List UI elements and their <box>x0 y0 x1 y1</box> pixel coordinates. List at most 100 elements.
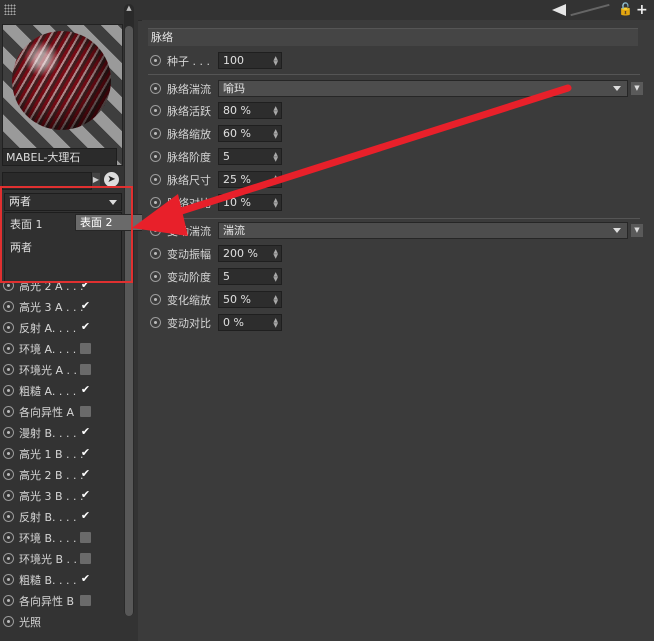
channel-item[interactable]: 高光 2 B . . . ✔ <box>0 465 124 486</box>
keyframe-radio[interactable] <box>150 294 161 305</box>
channel-checkbox[interactable] <box>80 595 91 606</box>
channel-checkbox[interactable]: ✔ <box>80 489 91 501</box>
channel-item[interactable]: 粗糙 B. . . . ✔ <box>0 570 124 591</box>
channel-checkbox[interactable]: ✔ <box>80 426 91 438</box>
keyframe-radio[interactable] <box>3 553 14 564</box>
vein-noise-select[interactable]: 喻玛 <box>218 80 628 97</box>
channel-checkbox[interactable]: ✔ <box>80 510 91 522</box>
chevron-down-icon <box>109 200 117 205</box>
keyframe-radio[interactable] <box>150 83 161 94</box>
menu-item-both[interactable]: 两者 <box>5 236 121 259</box>
keyframe-radio[interactable] <box>150 151 161 162</box>
channel-checkbox[interactable] <box>80 532 91 543</box>
keyframe-radio[interactable] <box>150 317 161 328</box>
divider <box>148 74 640 75</box>
lock-icon[interactable]: 🔓 <box>618 2 633 17</box>
channel-checkbox[interactable]: ✔ <box>80 573 91 585</box>
keyframe-radio[interactable] <box>3 343 14 354</box>
keyframe-radio[interactable] <box>3 574 14 585</box>
keyframe-radio[interactable] <box>3 532 14 543</box>
keyframe-radio[interactable] <box>3 490 14 501</box>
keyframe-radio[interactable] <box>3 511 14 522</box>
channel-label: 高光 2 B . . . <box>19 469 84 482</box>
keyframe-radio[interactable] <box>3 469 14 480</box>
drag-grip-icon[interactable] <box>4 4 16 15</box>
channel-item[interactable]: 环境光 A . . <box>0 360 124 381</box>
keyframe-radio[interactable] <box>150 271 161 282</box>
param-input[interactable]: 200 % ▲ ▼ <box>218 245 282 262</box>
expand-arrow-icon[interactable]: ▼ <box>631 82 643 95</box>
new-panel-icon[interactable]: + <box>636 2 648 18</box>
channel-checkbox[interactable]: ✔ <box>80 447 91 459</box>
param-input[interactable]: 80 % ▲ ▼ <box>218 102 282 119</box>
material-preview[interactable] <box>2 24 123 166</box>
param-input[interactable]: 50 % ▲ ▼ <box>218 291 282 308</box>
channel-checkbox[interactable] <box>80 406 91 417</box>
picker-icon[interactable]: ➤ <box>104 172 119 187</box>
keyframe-radio[interactable] <box>3 406 14 417</box>
param-row: 脉络阶度 5 ▲ ▼ <box>148 147 648 167</box>
surface-select-value: 两者 <box>9 195 31 208</box>
keyframe-radio[interactable] <box>150 55 161 66</box>
channel-item[interactable]: 各向异性 A <box>0 402 124 423</box>
param-label: 变化缩放 <box>167 294 211 307</box>
keyframe-radio[interactable] <box>3 385 14 396</box>
keyframe-radio[interactable] <box>150 197 161 208</box>
channel-item[interactable]: 各向异性 B <box>0 591 124 612</box>
param-label: 变动振幅 <box>167 248 211 261</box>
seed-row: 种子 . . . 100 ▲ ▼ <box>148 51 648 71</box>
back-arrow-icon[interactable] <box>552 4 566 16</box>
material-link-field[interactable] <box>2 172 92 190</box>
channel-checkbox[interactable]: ✔ <box>80 321 91 333</box>
channel-label: 粗糙 A. . . . <box>19 385 77 398</box>
param-row: 变化缩放 50 % ▲ ▼ <box>148 290 648 310</box>
surface-select[interactable]: 两者 <box>4 193 122 211</box>
channel-checkbox[interactable] <box>80 553 91 564</box>
channel-item[interactable]: 光照 <box>0 612 124 633</box>
param-input[interactable]: 25 % ▲ ▼ <box>218 171 282 188</box>
keyframe-radio[interactable] <box>3 301 14 312</box>
param-input[interactable]: 0 % ▲ ▼ <box>218 314 282 331</box>
channel-item[interactable]: 粗糙 A. . . . ✔ <box>0 381 124 402</box>
channel-checkbox[interactable]: ✔ <box>80 468 91 480</box>
channel-label: 反射 B. . . . <box>19 511 77 524</box>
channel-item[interactable]: 漫射 B. . . . ✔ <box>0 423 124 444</box>
keyframe-radio[interactable] <box>3 595 14 606</box>
channel-checkbox[interactable]: ✔ <box>80 384 91 396</box>
var-noise-label: 变动湍流 <box>167 225 211 238</box>
keyframe-radio[interactable] <box>3 448 14 459</box>
keyframe-radio[interactable] <box>150 105 161 116</box>
channel-item[interactable]: 反射 B. . . . ✔ <box>0 507 124 528</box>
keyframe-radio[interactable] <box>150 225 161 236</box>
channel-item[interactable]: 环境光 B . . <box>0 549 124 570</box>
vein-noise-row: 脉络湍流 喻玛 ▼ <box>148 79 648 99</box>
channel-item[interactable]: 高光 3 A . . . ✔ <box>0 297 124 318</box>
channel-label: 高光 3 B . . . <box>19 490 84 503</box>
keyframe-radio[interactable] <box>150 248 161 259</box>
keyframe-radio[interactable] <box>3 427 14 438</box>
keyframe-radio[interactable] <box>150 174 161 185</box>
var-noise-select[interactable]: 湍流 <box>218 222 628 239</box>
channel-checkbox[interactable] <box>80 343 91 354</box>
channel-checkbox[interactable]: ✔ <box>80 300 91 312</box>
scroll-up-icon[interactable]: ▲ <box>125 4 133 16</box>
section-title: 脉络 <box>148 28 638 46</box>
channel-item[interactable]: 环境 A. . . . <box>0 339 124 360</box>
param-input[interactable]: 60 % ▲ ▼ <box>218 125 282 142</box>
keyframe-radio[interactable] <box>3 364 14 375</box>
param-input[interactable]: 5 ▲ ▼ <box>218 268 282 285</box>
keyframe-radio[interactable] <box>3 616 14 627</box>
param-input[interactable]: 5 ▲ ▼ <box>218 148 282 165</box>
channel-checkbox[interactable] <box>80 364 91 375</box>
channel-item[interactable]: 高光 3 B . . . ✔ <box>0 486 124 507</box>
keyframe-radio[interactable] <box>150 128 161 139</box>
left-scrollbar-thumb[interactable] <box>125 26 133 616</box>
channel-item[interactable]: 反射 A. . . . ✔ <box>0 318 124 339</box>
expand-arrow-icon[interactable]: ▶ <box>92 173 100 187</box>
seed-input[interactable]: 100 ▲ ▼ <box>218 52 282 69</box>
expand-arrow-icon[interactable]: ▼ <box>631 224 643 237</box>
param-input[interactable]: 10 % ▲ ▼ <box>218 194 282 211</box>
channel-item[interactable]: 高光 1 B . . . ✔ <box>0 444 124 465</box>
channel-item[interactable]: 环境 B. . . . <box>0 528 124 549</box>
keyframe-radio[interactable] <box>3 322 14 333</box>
